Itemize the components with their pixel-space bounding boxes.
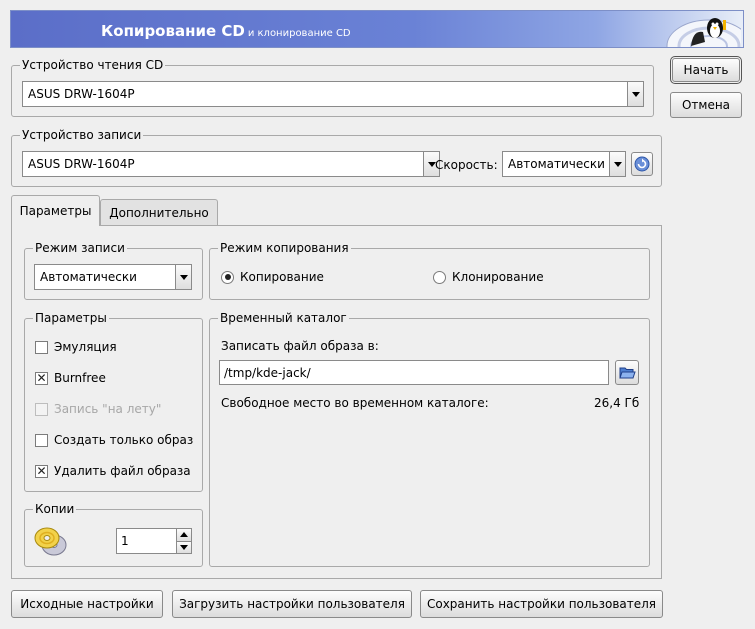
reader-device-combo[interactable]: ASUS DRW-1604P <box>22 81 644 107</box>
radio-copy-indicator[interactable] <box>221 270 234 284</box>
header-title: Копирование CD и клонирование CD <box>101 22 351 40</box>
copies-group: Копии 1 <box>24 502 203 567</box>
chevron-down-icon[interactable] <box>609 152 625 176</box>
free-space-label: Свободное место во временном каталоге: <box>221 396 489 410</box>
save-user-settings-label: Сохранить настройки пользователя <box>426 597 657 611</box>
params-group-title: Параметры <box>33 311 109 325</box>
write-mode-group: Режим записи Автоматически <box>24 241 203 300</box>
radio-copy-label: Копирование <box>240 270 324 284</box>
copies-spinbox[interactable]: 1 <box>116 528 192 554</box>
speed-value: Автоматически <box>508 157 605 171</box>
option-image-only-label: Создать только образ <box>54 433 194 447</box>
write-image-label: Записать файл образа в: <box>221 339 379 353</box>
load-user-settings-button[interactable]: Загрузить настройки пользователя <box>172 590 412 618</box>
radio-copy[interactable]: Копирование <box>221 270 324 284</box>
writer-device-value: ASUS DRW-1604P <box>28 157 135 171</box>
checkbox-on-the-fly <box>35 402 48 416</box>
copies-value: 1 <box>121 534 129 548</box>
tab-advanced-label: Дополнительно <box>109 206 209 220</box>
write-mode-title: Режим записи <box>33 241 127 255</box>
speed-combo[interactable]: Автоматически <box>502 151 626 177</box>
speed-label: Скорость: <box>435 158 498 172</box>
folder-open-icon <box>618 367 636 379</box>
spin-up-button[interactable] <box>177 529 191 541</box>
chevron-down-icon[interactable] <box>627 82 643 106</box>
spin-down-button[interactable] <box>177 540 191 553</box>
checkbox-image-only[interactable] <box>35 433 48 447</box>
writer-group: Устройство записи ASUS DRW-1604P Скорост… <box>11 128 662 187</box>
option-burnfree[interactable]: ✕ Burnfree <box>35 371 106 385</box>
option-on-the-fly: Запись "на лету" <box>35 402 161 416</box>
refresh-button[interactable] <box>631 152 653 176</box>
option-on-the-fly-label: Запись "на лету" <box>54 402 162 416</box>
radio-clone[interactable]: Клонирование <box>433 270 544 284</box>
start-button-label: Начать <box>683 63 729 77</box>
write-mode-combo[interactable]: Автоматически <box>34 264 192 290</box>
cancel-button[interactable]: Отмена <box>670 92 742 118</box>
reader-device-value: ASUS DRW-1604P <box>28 87 135 101</box>
free-space-value: 26,4 Гб <box>594 396 640 410</box>
refresh-icon <box>634 156 650 172</box>
temp-dir-title: Временный каталог <box>218 311 349 325</box>
tab-advanced[interactable]: Дополнительно <box>100 199 218 226</box>
option-delete-image[interactable]: ✕ Удалить файл образа <box>35 464 191 478</box>
header-banner: Копирование CD и клонирование CD <box>10 10 744 48</box>
checkbox-emulation[interactable] <box>35 340 48 354</box>
radio-clone-label: Клонирование <box>452 270 544 284</box>
option-emulation[interactable]: Эмуляция <box>35 340 117 354</box>
chevron-down-icon[interactable] <box>175 265 191 289</box>
temp-dir-group: Временный каталог Записать файл образа в… <box>209 311 650 567</box>
copy-mode-title: Режим копирования <box>218 241 351 255</box>
params-group: Параметры Эмуляция ✕ Burnfree Запись "на… <box>24 311 203 492</box>
option-burnfree-label: Burnfree <box>54 371 106 385</box>
defaults-button-label: Исходные настройки <box>20 597 154 611</box>
defaults-button[interactable]: Исходные настройки <box>11 590 163 618</box>
option-emulation-label: Эмуляция <box>54 340 117 354</box>
writer-device-combo[interactable]: ASUS DRW-1604P <box>22 151 440 177</box>
option-delete-image-label: Удалить файл образа <box>54 464 191 478</box>
checkbox-burnfree[interactable]: ✕ <box>35 371 48 385</box>
copy-mode-group: Режим копирования Копирование Клонирован… <box>209 241 650 300</box>
tux-cd-logo-icon <box>666 18 741 47</box>
reader-group-title: Устройство чтения CD <box>20 58 166 72</box>
writer-group-title: Устройство записи <box>20 128 144 142</box>
temp-path-input[interactable]: /tmp/kde-jack/ <box>219 360 609 385</box>
write-mode-value: Автоматически <box>40 270 137 284</box>
checkbox-delete-image[interactable]: ✕ <box>35 464 48 478</box>
load-user-settings-label: Загрузить настройки пользователя <box>179 597 405 611</box>
header-subtitle: и клонирование CD <box>247 28 351 39</box>
copies-group-title: Копии <box>33 502 77 516</box>
cd-copies-icon <box>34 527 67 556</box>
save-user-settings-button[interactable]: Сохранить настройки пользователя <box>420 590 663 618</box>
tab-parameters[interactable]: Параметры <box>11 195 100 226</box>
radio-clone-indicator[interactable] <box>433 270 446 284</box>
cancel-button-label: Отмена <box>681 98 731 112</box>
header-title-main: Копирование CD <box>101 22 245 40</box>
option-image-only[interactable]: Создать только образ <box>35 433 193 447</box>
reader-group: Устройство чтения CD ASUS DRW-1604P <box>11 58 654 117</box>
start-button[interactable]: Начать <box>670 56 742 84</box>
browse-button[interactable] <box>615 360 639 385</box>
tab-parameters-label: Параметры <box>19 204 92 218</box>
temp-path-value: /tmp/kde-jack/ <box>224 365 311 380</box>
